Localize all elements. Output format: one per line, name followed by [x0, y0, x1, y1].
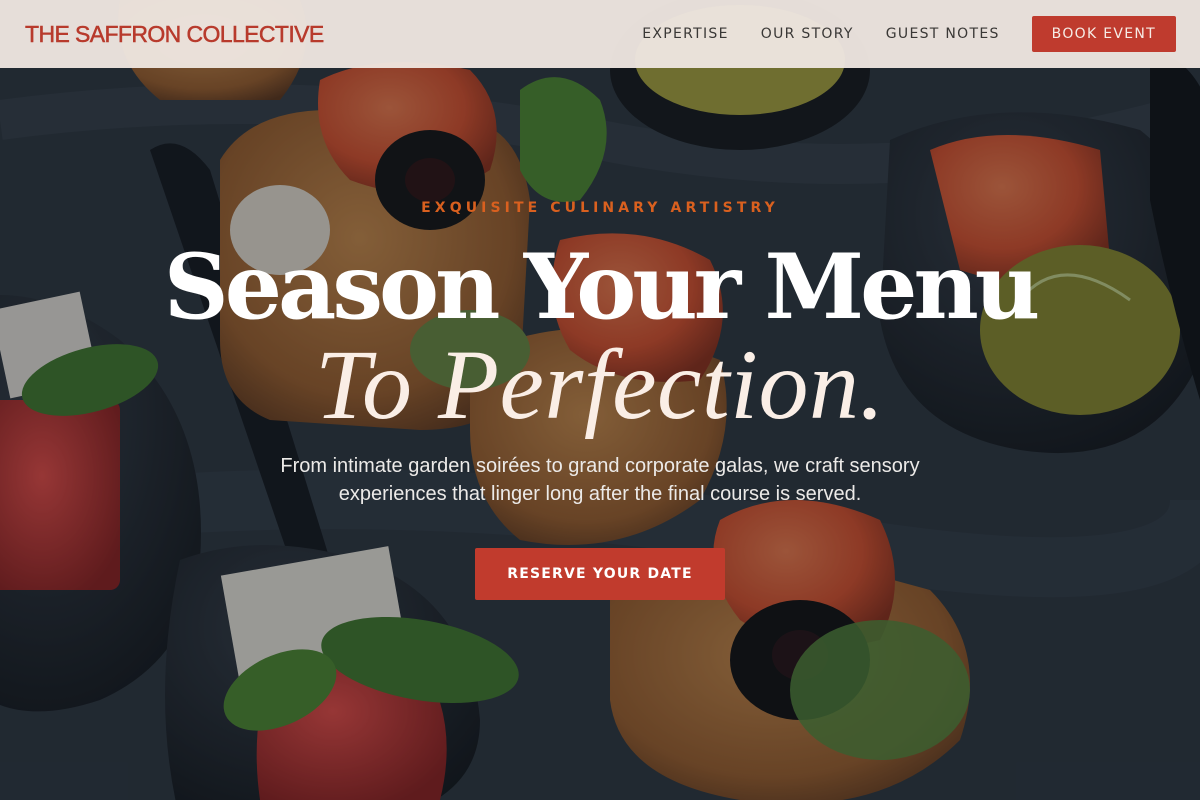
reserve-date-button[interactable]: RESERVE YOUR DATE: [475, 548, 725, 600]
hero-eyebrow: EXQUISITE CULINARY ARTISTRY: [421, 200, 779, 216]
hero-headline-line1: Season Your Menu: [163, 234, 1040, 340]
hero-section: EXQUISITE CULINARY ARTISTRY Season Your …: [0, 0, 1200, 800]
hero-subtext: From intimate garden soirées to grand co…: [280, 455, 920, 505]
hero-headline-line2: To Perfection.: [315, 329, 885, 440]
